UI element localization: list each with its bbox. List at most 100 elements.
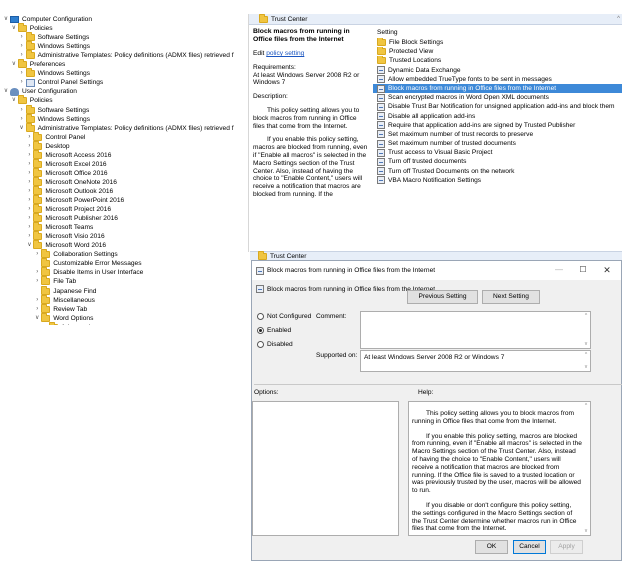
tree-node[interactable]: Customizable Error Messages (33, 258, 142, 268)
tree-node[interactable]: ∨ Word Options (33, 312, 93, 323)
chevron-right-icon[interactable]: › (25, 151, 33, 160)
tree-node[interactable]: ∨ User Configuration (2, 87, 77, 96)
folder-icon (49, 321, 58, 325)
setting-row[interactable]: Block macros from running in Office file… (373, 83, 622, 94)
tree-node[interactable]: › Microsoft PowerPoint 2016 (25, 195, 124, 205)
tree-node[interactable]: ∨ Computer Configuration (2, 15, 92, 24)
policy-tree[interactable]: ∨ Computer Configuration ∨ Policies › Softwar… (0, 15, 250, 325)
setting-row[interactable]: Scan encrypted macros in Word Open XML d… (373, 93, 622, 102)
tree-node[interactable]: › Control Panel Settings (18, 78, 103, 87)
setting-list[interactable]: Setting File Block Settings Protected Vie… (373, 28, 622, 185)
chevron-right-icon[interactable]: › (18, 69, 26, 78)
setting-row[interactable]: Set maximum number of trusted documents (373, 139, 622, 148)
edit-policy-link[interactable]: policy setting (266, 50, 304, 57)
setting-row[interactable]: Disable all application add-ins (373, 112, 622, 121)
setting-column-header[interactable]: Setting (373, 28, 622, 38)
chevron-right-icon[interactable]: › (25, 223, 33, 232)
options-label: Options: (254, 389, 279, 396)
minimize-icon[interactable]: — (549, 264, 569, 276)
setting-row[interactable]: Require that application add-ins are sig… (373, 121, 622, 130)
chevron-right-icon[interactable]: › (25, 196, 33, 205)
scroll-up-icon[interactable]: ^ (617, 16, 620, 22)
scroll-up-icon[interactable]: ^ (583, 403, 589, 409)
setting-row[interactable]: Turn off trusted documents (373, 157, 622, 167)
chevron-right-icon[interactable]: › (25, 133, 33, 142)
setting-row[interactable]: Trust access to Visual Basic Project (373, 148, 622, 157)
chevron-down-icon[interactable]: ∨ (10, 24, 18, 33)
tree-node[interactable]: › Desktop (25, 140, 70, 151)
folder-icon (33, 167, 43, 177)
chevron-right-icon[interactable]: › (41, 323, 49, 325)
chevron-right-icon[interactable]: › (25, 178, 33, 187)
tree-node[interactable]: › Microsoft OneNote 2016 (25, 176, 117, 187)
comment-textarea[interactable]: ^ v (360, 311, 591, 349)
chevron-right-icon[interactable]: › (25, 214, 33, 223)
setting-row[interactable]: Turn off Trusted Documents on the networ… (373, 167, 622, 176)
apply-button[interactable]: Apply (550, 540, 583, 554)
chevron-right-icon[interactable]: › (33, 305, 41, 314)
chevron-down-icon[interactable]: ∨ (33, 314, 41, 323)
setting-row[interactable]: VBA Macro Notification Settings (373, 176, 622, 185)
tree-node[interactable]: ∨ Microsoft Word 2016 (25, 240, 106, 250)
setting-row[interactable]: Dynamic Data Exchange (373, 66, 622, 75)
scroll-down-icon[interactable]: v (583, 341, 589, 347)
setting-row[interactable]: Allow embedded TrueType fonts to be sent… (373, 75, 622, 84)
chevron-down-icon[interactable]: ∨ (10, 60, 18, 69)
scroll-up-icon[interactable]: ^ (583, 313, 589, 319)
chevron-right-icon[interactable]: › (33, 250, 41, 259)
scroll-down-icon[interactable]: v (583, 528, 589, 534)
setting-row[interactable]: Disable Trust Bar Notification for unsig… (373, 102, 622, 111)
setting-row[interactable]: Set maximum number of trust records to p… (373, 130, 622, 139)
radio-label: Not Configured (267, 313, 312, 320)
chevron-right-icon[interactable]: › (33, 268, 41, 277)
tree-node[interactable]: › Administrative Templates: Policy defini… (18, 50, 234, 60)
setting-label: VBA Macro Notification Settings (388, 176, 482, 184)
setting-row[interactable]: Trusted Locations (373, 56, 622, 65)
chevron-down-icon[interactable]: ∨ (18, 124, 26, 133)
radio-enabled[interactable]: Enabled (257, 327, 291, 334)
chevron-right-icon[interactable]: › (33, 277, 41, 286)
chevron-right-icon[interactable]: › (18, 106, 26, 115)
folder-icon (25, 113, 35, 123)
tree-node[interactable]: › Disable Items in User Interface (33, 267, 143, 277)
chevron-right-icon[interactable]: › (25, 205, 33, 214)
chevron-right-icon[interactable]: › (18, 78, 26, 87)
setting-row[interactable]: Protected View (373, 47, 622, 56)
chevron-down-icon[interactable]: ∨ (2, 15, 10, 24)
chevron-down-icon[interactable]: ∨ (2, 87, 10, 96)
computer-icon (10, 16, 19, 23)
cancel-button[interactable]: Cancel (513, 540, 546, 554)
tree-node-label: Computer Configuration (22, 16, 93, 23)
close-icon[interactable]: ✕ (597, 264, 617, 276)
radio-not-configured[interactable]: Not Configured (257, 313, 311, 320)
folder-icon (41, 276, 51, 286)
ok-button[interactable]: OK (475, 540, 508, 554)
tree-node-label: Review Tab (53, 305, 88, 313)
chevron-right-icon[interactable]: › (18, 33, 26, 42)
tree-node[interactable]: ∨ Administrative Templates: Policy defini… (18, 122, 234, 133)
chevron-right-icon[interactable]: › (25, 160, 33, 169)
next-setting-button[interactable]: Next Setting (482, 290, 540, 304)
chevron-right-icon[interactable]: › (18, 42, 26, 51)
pane-header-secondary-title: Trust Center (270, 252, 307, 260)
previous-setting-button[interactable]: Previous Setting (407, 290, 478, 304)
maximize-icon[interactable]: ☐ (573, 264, 593, 276)
extended-description: Block macros from running in Office file… (253, 28, 369, 250)
tree-node[interactable]: ∨ Preferences (10, 59, 65, 69)
tree-node[interactable]: › Windows Settings (18, 68, 90, 78)
tree-node[interactable]: › Microsoft Publisher 2016 (25, 213, 118, 223)
setting-row[interactable]: File Block Settings (373, 38, 622, 47)
tree-node[interactable]: › File Tab (33, 276, 76, 286)
chevron-right-icon[interactable]: › (25, 232, 33, 241)
chevron-right-icon[interactable]: › (25, 187, 33, 196)
scroll-up-icon[interactable]: ^ (583, 352, 589, 358)
chevron-right-icon[interactable]: › (18, 115, 26, 124)
chevron-down-icon[interactable]: ∨ (10, 96, 18, 105)
chevron-down-icon[interactable]: ∨ (25, 241, 33, 250)
tree-node[interactable]: › Advanced (41, 321, 90, 325)
radio-disabled[interactable]: Disabled (257, 341, 293, 348)
scroll-down-icon[interactable]: v (583, 364, 589, 370)
chevron-right-icon[interactable]: › (33, 296, 41, 305)
chevron-right-icon[interactable]: › (25, 169, 33, 178)
chevron-right-icon[interactable]: › (25, 142, 33, 151)
